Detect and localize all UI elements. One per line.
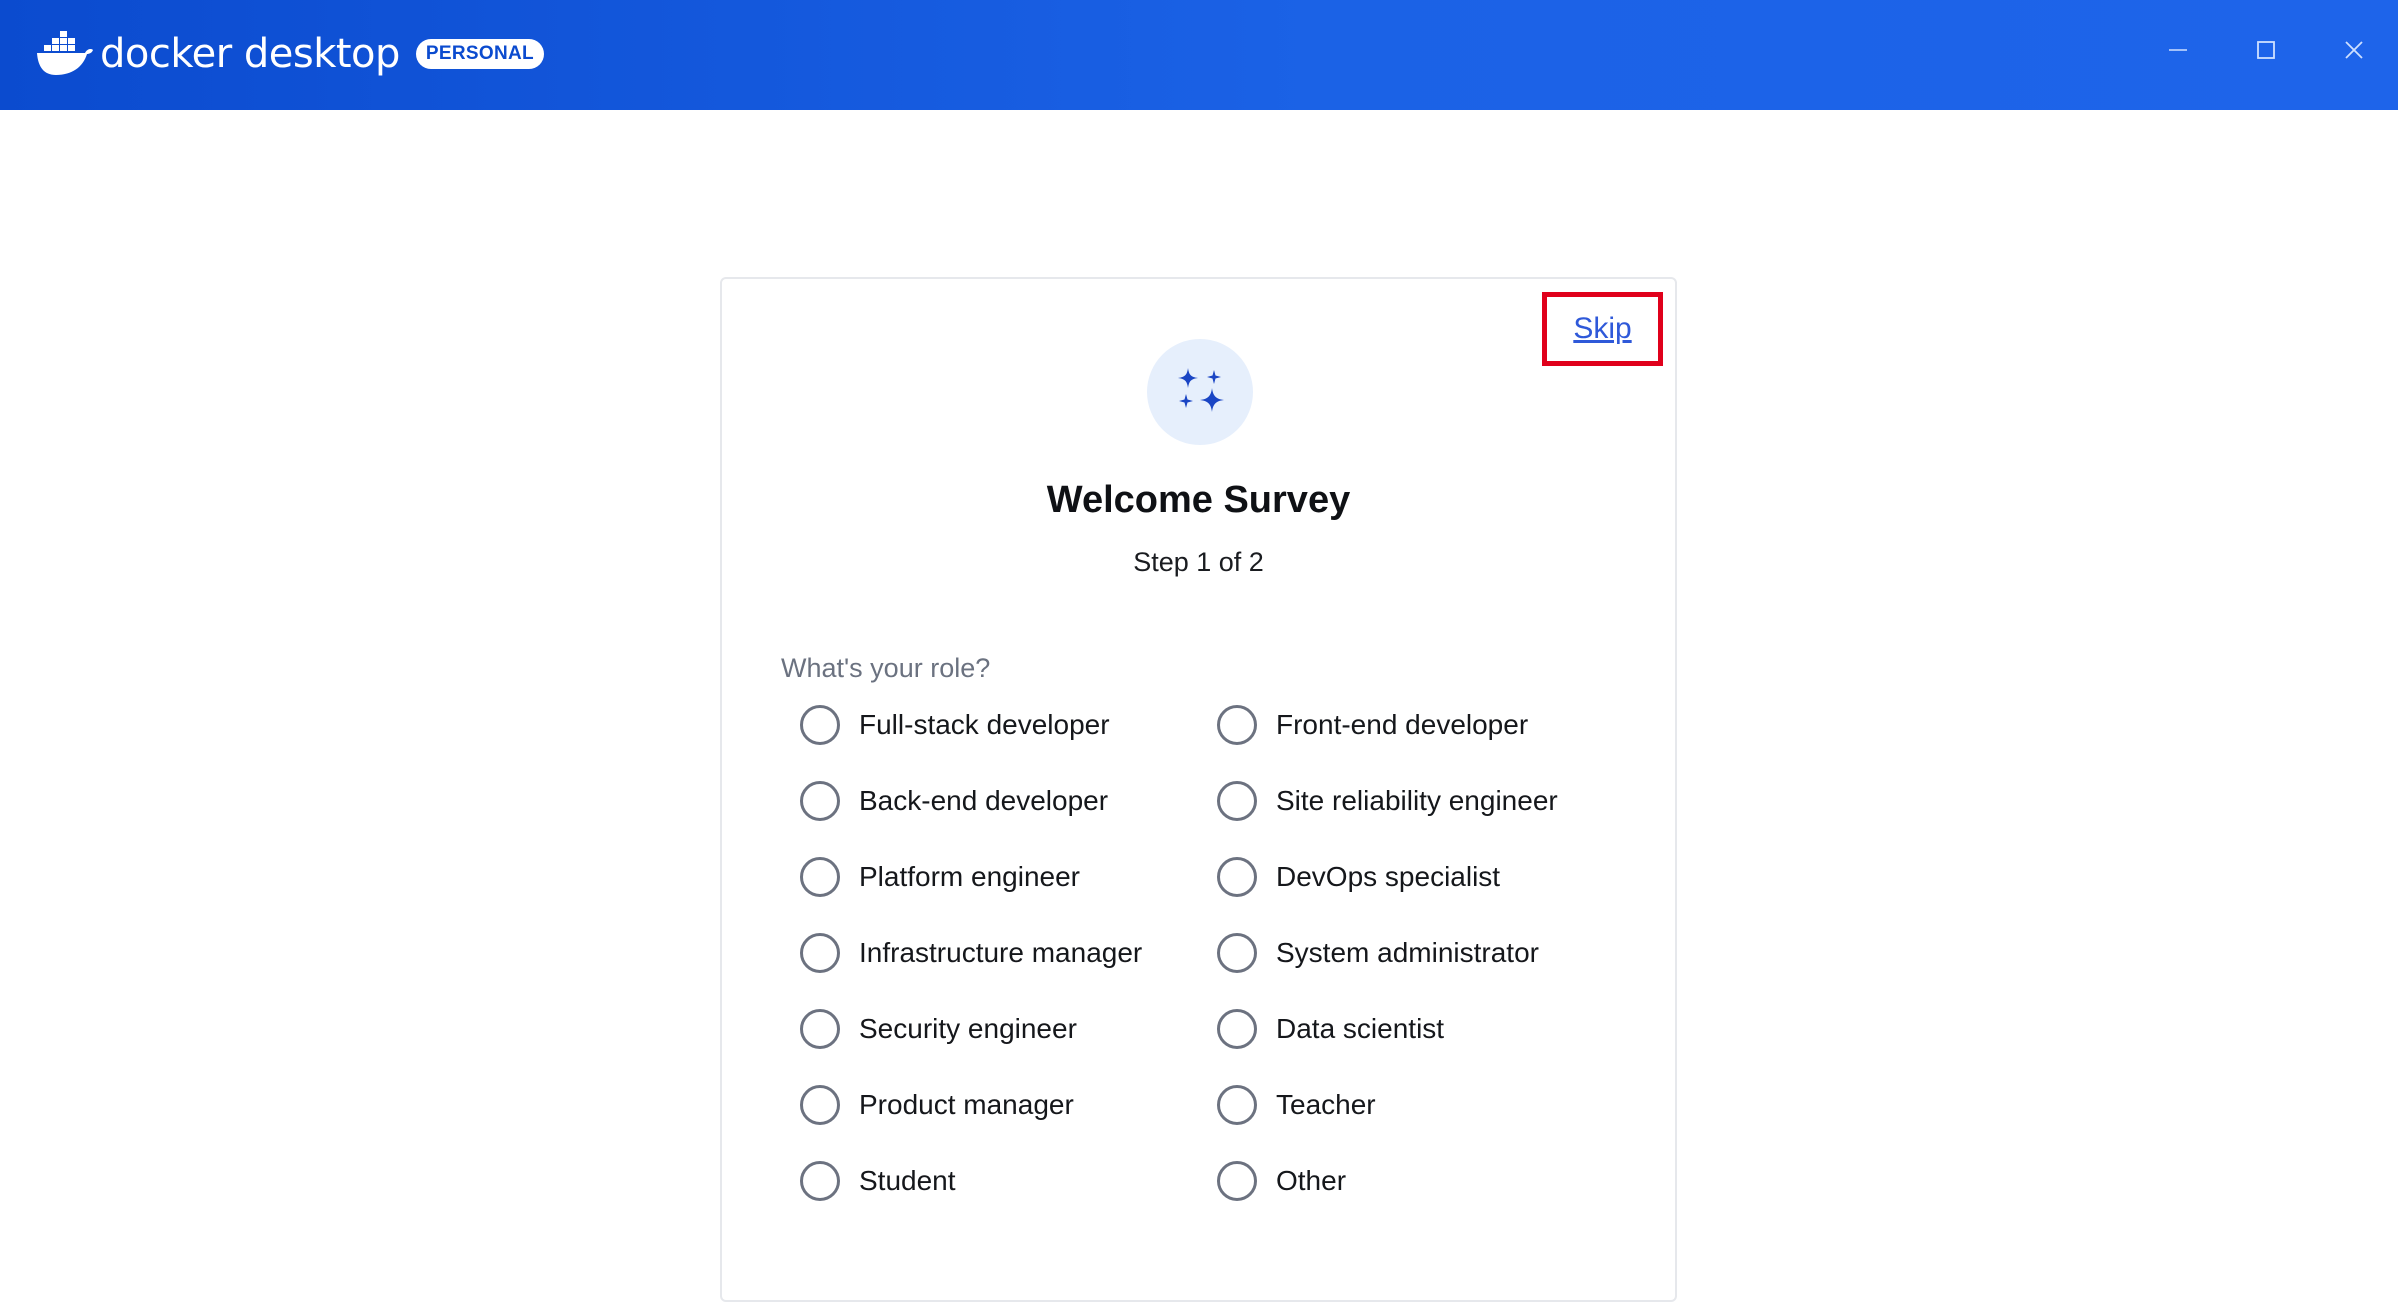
option-label: Product manager: [859, 1089, 1074, 1120]
radio-button[interactable]: [800, 1085, 840, 1125]
docker-whale-icon: [37, 31, 93, 75]
radio-button[interactable]: [1217, 781, 1257, 821]
option-label: DevOps specialist: [1276, 861, 1501, 892]
brand-name: docker desktop: [100, 31, 400, 77]
role-question: What's your role?: [781, 653, 991, 683]
option-label: Platform engineer: [859, 861, 1081, 892]
role-option-front-end-developer[interactable]: Front-end developer: [1217, 701, 1528, 749]
option-label: Data scientist: [1276, 1013, 1445, 1044]
option-label: Site reliability engineer: [1276, 785, 1558, 816]
minimize-button[interactable]: [2134, 0, 2222, 100]
radio-button[interactable]: [800, 933, 840, 973]
docker-desktop-logo: docker desktop PERSONAL: [36, 26, 544, 82]
close-button[interactable]: [2310, 0, 2398, 100]
option-label: Student: [859, 1165, 956, 1196]
option-label: Teacher: [1276, 1089, 1376, 1120]
welcome-survey-card: Skip Welcome Survey Step 1 of 2 What's y…: [720, 277, 1677, 1302]
role-option-security-engineer[interactable]: Security engineer: [800, 1005, 1077, 1053]
maximize-icon: [2257, 41, 2275, 59]
radio-button[interactable]: [800, 1009, 840, 1049]
role-option-infrastructure-manager[interactable]: Infrastructure manager: [800, 929, 1142, 977]
radio-button[interactable]: [1217, 857, 1257, 897]
survey-title: Welcome Survey: [1046, 479, 1351, 521]
maximize-button[interactable]: [2222, 0, 2310, 100]
role-option-other[interactable]: Other: [1217, 1157, 1346, 1205]
radio-button[interactable]: [1217, 933, 1257, 973]
option-label: Security engineer: [859, 1013, 1077, 1044]
option-label: Other: [1276, 1165, 1347, 1196]
option-label: Front-end developer: [1276, 709, 1529, 740]
radio-button[interactable]: [800, 705, 840, 745]
option-label: System administrator: [1276, 937, 1539, 968]
role-option-platform-engineer[interactable]: Platform engineer: [800, 853, 1080, 901]
role-option-data-scientist[interactable]: Data scientist: [1217, 1005, 1444, 1053]
radio-button[interactable]: [800, 857, 840, 897]
window-controls: [2134, 0, 2398, 100]
radio-button[interactable]: [1217, 1161, 1257, 1201]
radio-button[interactable]: [800, 781, 840, 821]
minimize-icon: [2169, 49, 2187, 51]
role-option-site-reliability-engineer[interactable]: Site reliability engineer: [1217, 777, 1558, 825]
survey-icon-badge: [1147, 339, 1253, 445]
option-label: Full-stack developer: [859, 709, 1110, 740]
close-icon: [2345, 41, 2363, 59]
role-option-teacher[interactable]: Teacher: [1217, 1081, 1376, 1129]
radio-button[interactable]: [1217, 1085, 1257, 1125]
option-label: Back-end developer: [859, 785, 1109, 816]
skip-highlight: Skip: [1542, 292, 1663, 366]
plan-badge: PERSONAL: [415, 39, 544, 69]
role-option-student[interactable]: Student: [800, 1157, 956, 1205]
title-bar: docker desktop PERSONAL: [0, 0, 2398, 110]
option-label: Infrastructure manager: [859, 937, 1143, 968]
skip-link[interactable]: Skip: [1573, 312, 1631, 346]
role-option-back-end-developer[interactable]: Back-end developer: [800, 777, 1108, 825]
step-indicator: Step 1 of 2: [1133, 547, 1264, 577]
radio-button[interactable]: [800, 1161, 840, 1201]
role-option-full-stack-developer[interactable]: Full-stack developer: [800, 701, 1110, 749]
role-option-devops-specialist[interactable]: DevOps specialist: [1217, 853, 1500, 901]
sparkles-icon: [1178, 368, 1224, 412]
role-option-product-manager[interactable]: Product manager: [800, 1081, 1074, 1129]
role-option-system-administrator[interactable]: System administrator: [1217, 929, 1539, 977]
radio-button[interactable]: [1217, 705, 1257, 745]
radio-button[interactable]: [1217, 1009, 1257, 1049]
